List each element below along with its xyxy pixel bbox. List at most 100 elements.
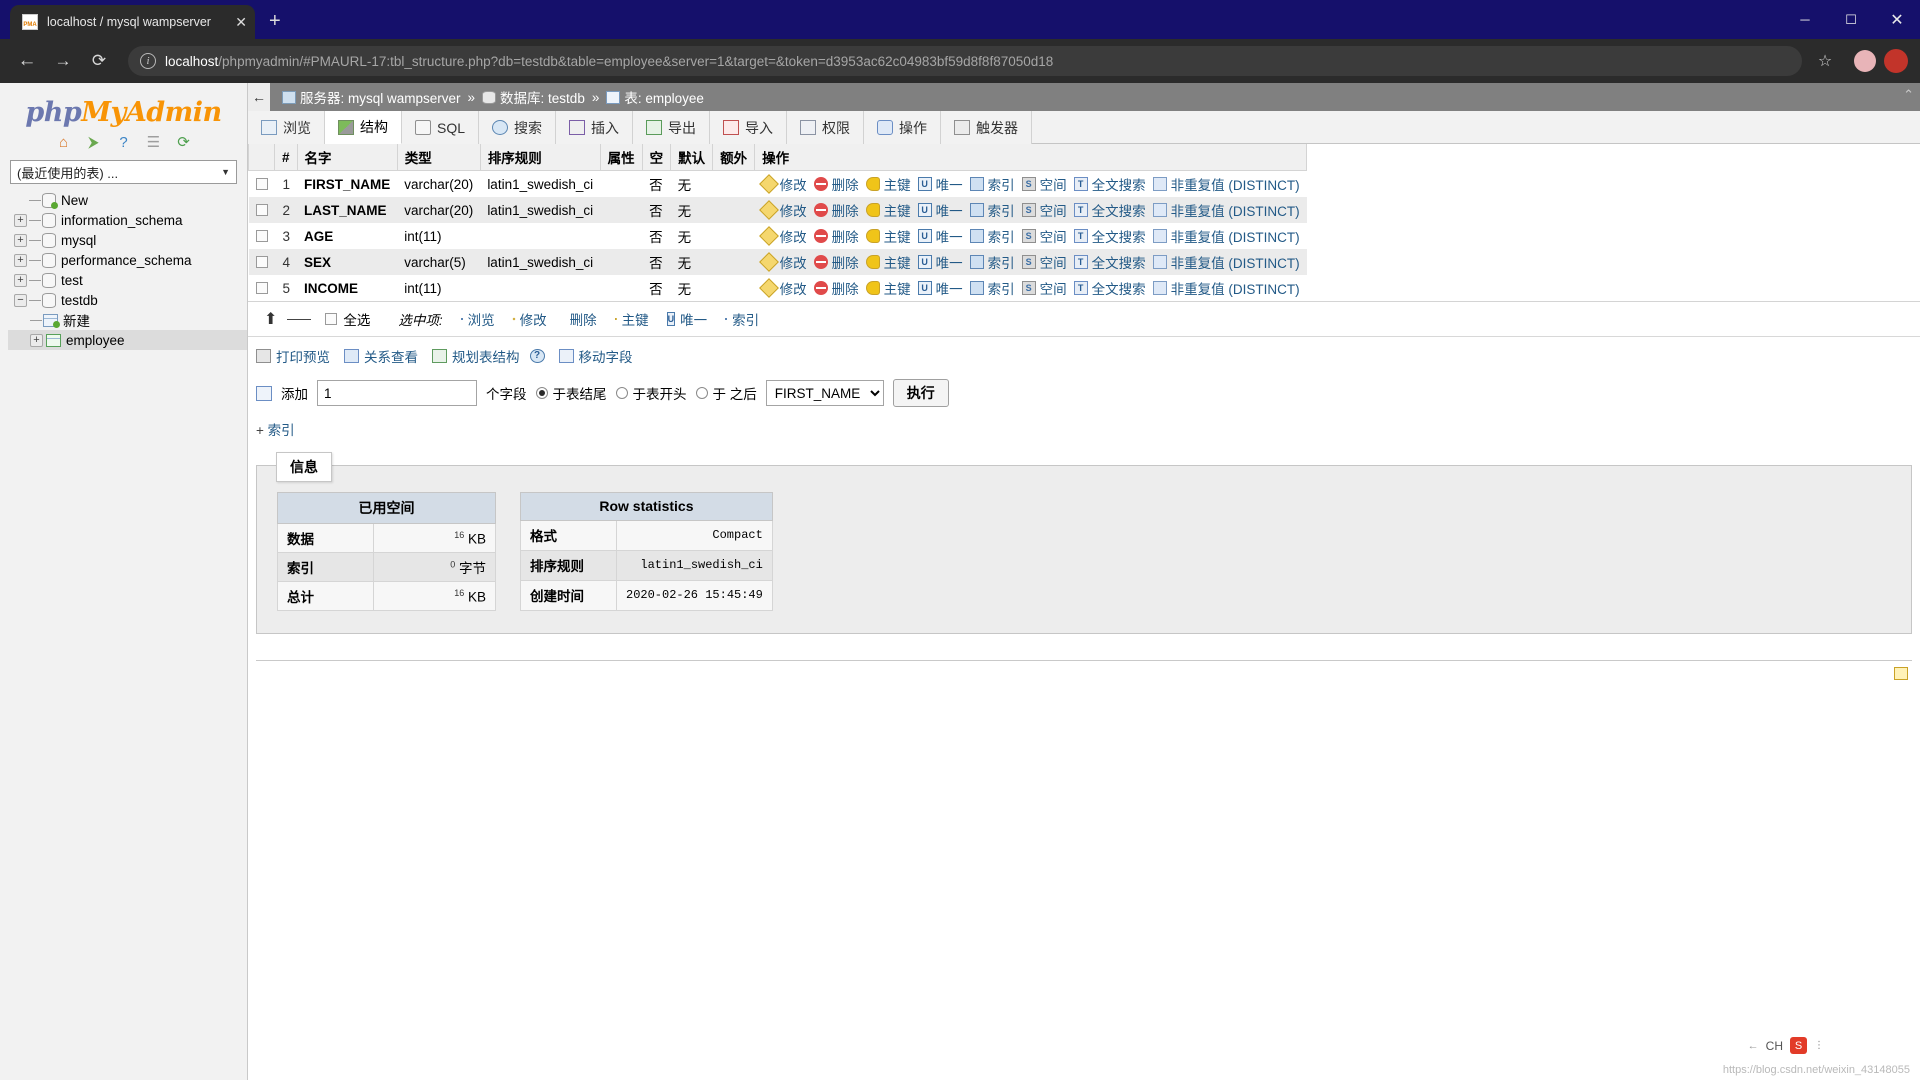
action-index[interactable]: 索引 bbox=[969, 278, 1015, 298]
action-distinct[interactable]: 非重复值 (DISTINCT) bbox=[1152, 278, 1300, 298]
action-index[interactable]: 索引 bbox=[969, 226, 1015, 246]
action-unique[interactable]: U 唯一 bbox=[917, 200, 963, 220]
ime-language[interactable]: CH bbox=[1766, 1039, 1783, 1053]
header-attributes[interactable]: 属性 bbox=[599, 144, 643, 171]
tree-item-test[interactable]: + test bbox=[8, 270, 247, 290]
tab-browse[interactable]: 浏览 bbox=[248, 111, 325, 144]
ime-logo-icon[interactable]: S bbox=[1790, 1037, 1807, 1054]
action-primary-key[interactable]: 主键 bbox=[865, 226, 911, 246]
header-type[interactable]: 类型 bbox=[396, 144, 481, 171]
selected-action-unique[interactable]: U 唯一 bbox=[666, 309, 707, 329]
tab-sql[interactable]: SQL bbox=[402, 111, 480, 144]
minimize-icon[interactable]: ─ bbox=[1782, 0, 1828, 39]
action-fulltext[interactable]: T 全文搜索 bbox=[1073, 226, 1146, 246]
action-distinct[interactable]: 非重复值 (DISTINCT) bbox=[1152, 252, 1300, 272]
tab-operations[interactable]: 操作 bbox=[864, 111, 942, 144]
action-unique[interactable]: U 唯一 bbox=[917, 278, 963, 298]
tree-item-employee[interactable]: + employee bbox=[8, 330, 247, 350]
action-spatial[interactable]: S 空间 bbox=[1021, 200, 1067, 220]
row-checkbox[interactable] bbox=[255, 229, 268, 242]
forward-icon[interactable]: → bbox=[48, 46, 78, 76]
row-checkbox[interactable] bbox=[255, 281, 268, 294]
indexes-toggle[interactable]: + 索引 bbox=[248, 417, 1920, 449]
tab-close-icon[interactable]: ✕ bbox=[235, 14, 247, 31]
action-primary-key[interactable]: 主键 bbox=[865, 278, 911, 298]
action-unique[interactable]: U 唯一 bbox=[917, 174, 963, 194]
new-tab-button[interactable]: + bbox=[269, 10, 281, 33]
action-index[interactable]: 索引 bbox=[969, 174, 1015, 194]
print-view-link[interactable]: 打印预览 bbox=[256, 346, 330, 366]
row-checkbox[interactable] bbox=[255, 255, 268, 268]
tree-expander[interactable]: + bbox=[30, 333, 43, 347]
tree-item-performance-schema[interactable]: + performance_schema bbox=[8, 250, 247, 270]
address-bar[interactable]: i localhost/phpmyadmin/#PMAURL-17:tbl_st… bbox=[128, 46, 1802, 76]
action-primary-key[interactable]: 主键 bbox=[865, 200, 911, 220]
action-fulltext[interactable]: T 全文搜索 bbox=[1073, 252, 1146, 272]
action-index[interactable]: 索引 bbox=[969, 200, 1015, 220]
action-distinct[interactable]: 非重复值 (DISTINCT) bbox=[1152, 226, 1300, 246]
action-edit[interactable]: 修改 bbox=[758, 278, 807, 298]
tree-item-mysql[interactable]: + mysql bbox=[8, 230, 247, 250]
header-num[interactable]: # bbox=[274, 144, 298, 171]
action-drop[interactable]: 删除 bbox=[813, 174, 859, 194]
docs-icon[interactable]: ☰ bbox=[144, 132, 164, 152]
reload-icon[interactable]: ⟳ bbox=[174, 132, 194, 152]
action-edit[interactable]: 修改 bbox=[758, 226, 807, 246]
selected-action-drop[interactable]: 删除 bbox=[565, 309, 597, 329]
selected-action-change[interactable]: 修改 bbox=[512, 309, 547, 329]
check-all-label[interactable]: 全选 bbox=[343, 309, 370, 329]
selected-action-primary[interactable]: 主键 bbox=[614, 309, 649, 329]
action-edit[interactable]: 修改 bbox=[758, 200, 807, 220]
radio-after[interactable] bbox=[695, 387, 708, 399]
browser-menu-avatar[interactable] bbox=[1884, 49, 1908, 73]
row-checkbox[interactable] bbox=[255, 203, 268, 216]
propose-structure-link[interactable]: 规划表结构 ? bbox=[432, 346, 545, 366]
move-columns-link[interactable]: 移动字段 bbox=[558, 346, 633, 366]
tree-item-new-table[interactable]: 新建 bbox=[8, 310, 247, 330]
tab-structure[interactable]: 结构 bbox=[325, 111, 402, 144]
window-close-icon[interactable]: ✕ bbox=[1874, 0, 1920, 39]
row-checkbox[interactable] bbox=[255, 177, 268, 190]
action-fulltext[interactable]: T 全文搜索 bbox=[1073, 278, 1146, 298]
action-distinct[interactable]: 非重复值 (DISTINCT) bbox=[1152, 174, 1300, 194]
action-drop[interactable]: 删除 bbox=[813, 200, 859, 220]
help-icon[interactable]: ? bbox=[529, 349, 545, 363]
logout-icon[interactable]: ⮞ bbox=[84, 132, 104, 152]
tree-item-new[interactable]: New bbox=[8, 190, 247, 210]
relation-view-link[interactable]: 关系查看 bbox=[344, 346, 418, 366]
tab-insert[interactable]: 插入 bbox=[556, 111, 634, 144]
position-after-option[interactable]: 于 之后 bbox=[695, 383, 757, 403]
home-icon[interactable]: ⌂ bbox=[54, 132, 74, 152]
tree-expander[interactable]: + bbox=[14, 213, 27, 227]
action-unique[interactable]: U 唯一 bbox=[917, 226, 963, 246]
header-default[interactable]: 默认 bbox=[670, 144, 714, 171]
action-edit[interactable]: 修改 bbox=[758, 252, 807, 272]
action-drop[interactable]: 删除 bbox=[813, 278, 859, 298]
check-all-checkbox[interactable] bbox=[325, 313, 338, 325]
position-at-beginning-option[interactable]: 于表开头 bbox=[615, 383, 687, 403]
action-drop[interactable]: 删除 bbox=[813, 226, 859, 246]
profile-avatar[interactable] bbox=[1854, 50, 1876, 72]
action-drop[interactable]: 删除 bbox=[813, 252, 859, 272]
tab-export[interactable]: 导出 bbox=[633, 111, 711, 144]
action-primary-key[interactable]: 主键 bbox=[865, 174, 911, 194]
radio-at-end[interactable] bbox=[535, 387, 548, 399]
tree-expander[interactable]: + bbox=[14, 273, 27, 287]
header-null[interactable]: 空 bbox=[641, 144, 672, 171]
tab-search[interactable]: 搜索 bbox=[479, 111, 557, 144]
action-spatial[interactable]: S 空间 bbox=[1021, 252, 1067, 272]
breadcrumb-server[interactable]: 服务器: mysql wampserver bbox=[300, 87, 461, 107]
action-unique[interactable]: U 唯一 bbox=[917, 252, 963, 272]
action-index[interactable]: 索引 bbox=[969, 252, 1015, 272]
ime-menu-icon[interactable]: ⋮ bbox=[1814, 1040, 1824, 1050]
breadcrumb-back-icon[interactable]: ← bbox=[248, 83, 270, 111]
recent-tables-select[interactable]: (最近使用的表) ... ▼ bbox=[10, 160, 237, 184]
tab-import[interactable]: 导入 bbox=[710, 111, 788, 144]
action-spatial[interactable]: S 空间 bbox=[1021, 174, 1067, 194]
tab-privileges[interactable]: 权限 bbox=[787, 111, 865, 144]
site-info-icon[interactable]: i bbox=[140, 53, 156, 69]
back-icon[interactable]: ← bbox=[12, 46, 42, 76]
reload-icon[interactable]: ⟳ bbox=[84, 46, 114, 76]
action-edit[interactable]: 修改 bbox=[758, 174, 807, 194]
pin-icon[interactable]: ← bbox=[1748, 1040, 1759, 1052]
